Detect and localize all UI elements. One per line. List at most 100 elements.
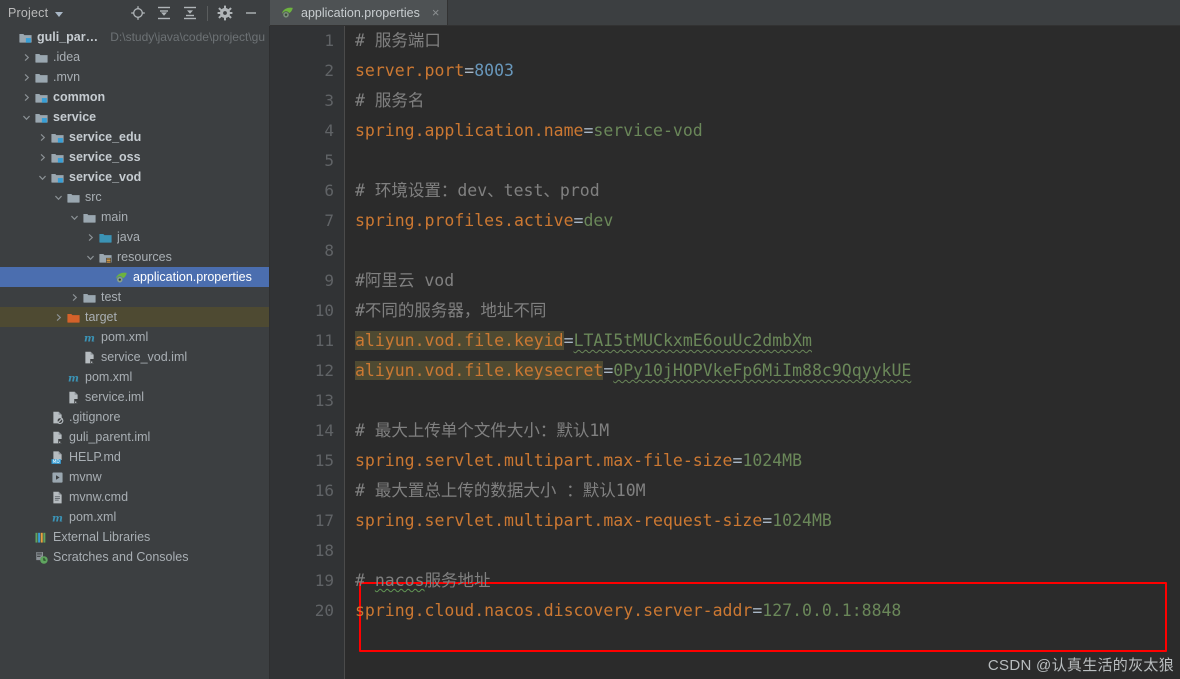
line-number: 18 bbox=[314, 541, 334, 560]
project-tree[interactable]: guli_parent D:\study\java\code\project\gu… bbox=[0, 26, 270, 679]
tree-item-service-edu[interactable]: service_edu bbox=[0, 127, 269, 147]
tree-item-service-vod-iml[interactable]: service_vod.iml bbox=[0, 347, 269, 367]
tree-item-label: service.iml bbox=[85, 390, 145, 404]
tree-item-service-oss[interactable]: service_oss bbox=[0, 147, 269, 167]
watermark-text: CSDN @认真生活的灰太狼 bbox=[987, 657, 1174, 674]
code-line-14[interactable]: # 最大上传单个文件大小：默认1M bbox=[355, 416, 609, 446]
chevron-down-icon[interactable] bbox=[84, 253, 97, 262]
code-line-13[interactable] bbox=[355, 386, 365, 416]
tree-item-target[interactable]: target bbox=[0, 307, 269, 327]
code-line-1[interactable]: # 服务端口 bbox=[355, 26, 441, 56]
tree-item-external-libraries[interactable]: External Libraries bbox=[0, 527, 269, 547]
code-line-6[interactable]: # 环境设置：dev、test、prod bbox=[355, 176, 600, 206]
code-line-19[interactable]: # nacos服务地址 bbox=[355, 566, 491, 596]
chevron-down-icon[interactable] bbox=[36, 173, 49, 182]
chevron-right-icon[interactable] bbox=[84, 233, 97, 242]
line-number-gutter: 1 2 3 4 5 6 7 8 9 10 11 12 13 14 15 16 17 18 19 20 bbox=[270, 26, 345, 679]
line-number: 17 bbox=[314, 511, 334, 530]
module-icon bbox=[33, 90, 50, 105]
tree-item-test[interactable]: test bbox=[0, 287, 269, 307]
tree-item-common[interactable]: common bbox=[0, 87, 269, 107]
tree-item-guli-parent-iml[interactable]: guli_parent.iml bbox=[0, 427, 269, 447]
tree-item-idea[interactable]: .idea bbox=[0, 47, 269, 67]
code-line-9[interactable]: #阿里云 vod bbox=[355, 266, 454, 296]
code-editor[interactable]: 1 2 3 4 5 6 7 8 9 10 11 12 13 14 15 16 17 18 19 20 # 服务端口 se… bbox=[270, 26, 1180, 679]
tree-item-label: resources bbox=[117, 250, 172, 264]
chevron-right-icon[interactable] bbox=[20, 93, 33, 102]
chevron-right-icon[interactable] bbox=[68, 293, 81, 302]
chevron-down-icon[interactable] bbox=[52, 193, 65, 202]
chevron-right-icon[interactable] bbox=[20, 73, 33, 82]
chevron-right-icon[interactable] bbox=[36, 133, 49, 142]
property-key: spring.cloud.nacos.discovery.server-addr bbox=[355, 601, 753, 620]
code-line-20[interactable]: spring.cloud.nacos.discovery.server-addr… bbox=[355, 596, 901, 626]
tree-item-application-properties[interactable]: application.properties bbox=[0, 267, 269, 287]
chevron-down-icon[interactable] bbox=[20, 113, 33, 122]
iml-icon bbox=[65, 390, 82, 405]
code-line-4[interactable]: spring.application.name=service-vod bbox=[355, 116, 703, 146]
tree-item-label: .gitignore bbox=[69, 410, 121, 424]
close-icon[interactable]: × bbox=[432, 6, 440, 19]
code-line-8[interactable] bbox=[355, 236, 365, 266]
tree-item-label: service bbox=[53, 110, 97, 124]
tree-item-label: .mvn bbox=[53, 70, 81, 84]
tree-item-service[interactable]: service bbox=[0, 107, 269, 127]
code-line-17[interactable]: spring.servlet.multipart.max-request-siz… bbox=[355, 506, 832, 536]
code-line-18[interactable] bbox=[355, 536, 365, 566]
code-line-16[interactable]: # 最大置总上传的数据大小 ：默认10M bbox=[355, 476, 646, 506]
code-line-10[interactable]: #不同的服务器，地址不同 bbox=[355, 296, 546, 326]
code-line-11[interactable]: aliyun.vod.file.keyid=LTAI5tMUCkxmE6ouUc… bbox=[355, 326, 812, 356]
tree-item-src[interactable]: src bbox=[0, 187, 269, 207]
code-line-2[interactable]: server.port=8003 bbox=[355, 56, 514, 86]
tree-item-scratches-and-consoles[interactable]: Scratches and Consoles bbox=[0, 547, 269, 567]
code-line-5[interactable] bbox=[355, 146, 365, 176]
svg-text:m: m bbox=[52, 512, 63, 524]
property-value: 127.0.0.1:8848 bbox=[762, 601, 902, 620]
line-number: 5 bbox=[324, 151, 334, 170]
project-panel-title[interactable]: Project bbox=[8, 6, 48, 20]
minimize-icon[interactable] bbox=[238, 0, 264, 26]
tree-item-service-vod[interactable]: service_vod bbox=[0, 167, 269, 187]
svg-text:m: m bbox=[68, 372, 79, 384]
equals-sign: = bbox=[573, 211, 584, 230]
chevron-down-icon[interactable] bbox=[55, 11, 64, 17]
tree-item-guli-parent[interactable]: guli_parent D:\study\java\code\project\gu bbox=[0, 27, 269, 47]
svg-text:m: m bbox=[84, 332, 95, 344]
tree-item-service-iml[interactable]: service.iml bbox=[0, 387, 269, 407]
property-key: server.port bbox=[355, 61, 465, 80]
property-value: 8003 bbox=[474, 61, 514, 80]
tree-item-pom-xml[interactable]: m pom.xml bbox=[0, 327, 269, 347]
tab-label: application.properties bbox=[301, 5, 420, 20]
tree-item-gitignore[interactable]: .gitignore bbox=[0, 407, 269, 427]
line-number: 19 bbox=[314, 571, 334, 590]
tree-item-mvn[interactable]: .mvn bbox=[0, 67, 269, 87]
gear-icon[interactable] bbox=[212, 0, 238, 26]
tree-item-main[interactable]: main bbox=[0, 207, 269, 227]
tab-application-properties[interactable]: application.properties × bbox=[270, 0, 449, 25]
tree-item-mvnw-cmd[interactable]: mvnw.cmd bbox=[0, 487, 269, 507]
folder-icon bbox=[33, 50, 50, 65]
tree-item-pom-xml[interactable]: m pom.xml bbox=[0, 367, 269, 387]
top-strip: Project application.properties × bbox=[0, 0, 1180, 26]
code-line-3[interactable]: # 服务名 bbox=[355, 86, 424, 116]
code-line-15[interactable]: spring.servlet.multipart.max-file-size=1… bbox=[355, 446, 802, 476]
chevron-right-icon[interactable] bbox=[20, 53, 33, 62]
tree-item-help-md[interactable]: MD HELP.md bbox=[0, 447, 269, 467]
tree-item-pom-xml[interactable]: m pom.xml bbox=[0, 507, 269, 527]
line-number: 20 bbox=[314, 601, 334, 620]
collapse-all-icon[interactable] bbox=[177, 0, 203, 26]
code-area[interactable]: # 服务端口 server.port=8003 # 服务名 spring.applic… bbox=[345, 26, 1180, 679]
locate-icon[interactable] bbox=[125, 0, 151, 26]
chevron-down-icon[interactable] bbox=[68, 213, 81, 222]
equals-sign: = bbox=[762, 511, 773, 530]
expand-all-icon[interactable] bbox=[151, 0, 177, 26]
tree-item-mvnw[interactable]: mvnw bbox=[0, 467, 269, 487]
code-line-7[interactable]: spring.profiles.active=dev bbox=[355, 206, 613, 236]
tree-item-resources[interactable]: resources bbox=[0, 247, 269, 267]
chevron-right-icon[interactable] bbox=[36, 153, 49, 162]
chevron-right-icon[interactable] bbox=[52, 313, 65, 322]
tree-item-label: mvnw.cmd bbox=[69, 490, 129, 504]
line-number: 1 bbox=[324, 31, 334, 50]
tree-item-java[interactable]: java bbox=[0, 227, 269, 247]
code-line-12[interactable]: aliyun.vod.file.keysecret=0Py10jHOPVkeFp… bbox=[355, 356, 911, 386]
